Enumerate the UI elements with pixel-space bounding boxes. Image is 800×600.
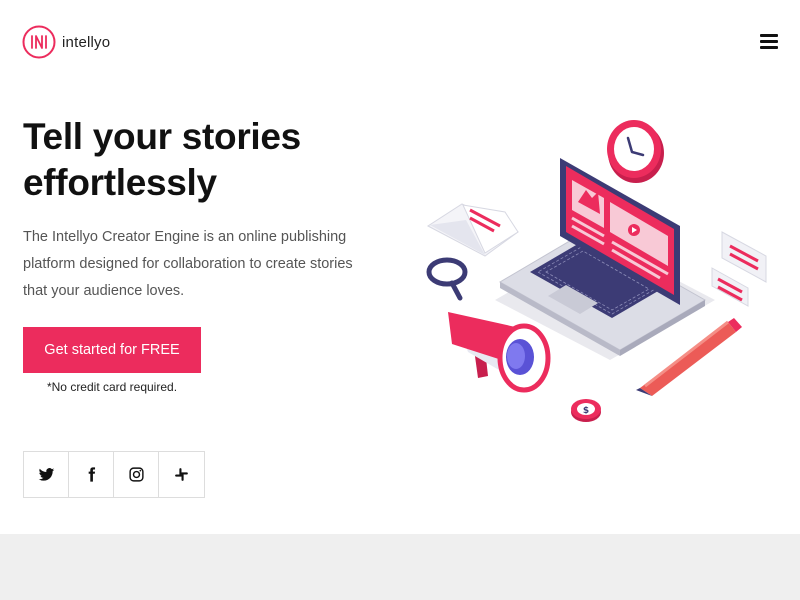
magnifier-icon xyxy=(426,257,468,301)
brand-name: intellyo xyxy=(62,33,111,51)
instagram-icon xyxy=(128,467,144,482)
hero-title-line1: Tell your stories xyxy=(23,116,301,157)
megaphone-icon xyxy=(448,312,551,393)
hero-title: Tell your stories effortlessly xyxy=(23,114,383,206)
footer-band xyxy=(0,534,800,600)
instagram-button[interactable] xyxy=(114,452,159,497)
hamburger-line xyxy=(760,46,778,49)
slack-button[interactable] xyxy=(159,452,204,497)
hamburger-menu-button[interactable] xyxy=(760,34,778,50)
clock-icon xyxy=(607,120,664,183)
hero-title-line2: effortlessly xyxy=(23,162,217,203)
social-links xyxy=(23,451,205,498)
hamburger-icon xyxy=(760,34,778,37)
mail-icon xyxy=(427,203,519,257)
slack-icon xyxy=(175,468,188,481)
logo-mark-icon xyxy=(22,25,56,59)
brand-logo[interactable]: intellyo xyxy=(22,25,110,59)
facebook-button[interactable] xyxy=(69,452,114,497)
get-started-button[interactable]: Get started for FREE xyxy=(23,327,201,373)
twitter-button[interactable] xyxy=(24,452,69,497)
hamburger-line xyxy=(760,40,778,43)
cta-note: *No credit card required. xyxy=(46,380,178,394)
chat-bubble-icon xyxy=(711,231,767,307)
site-header: intellyo xyxy=(0,0,800,84)
hero-description: The Intellyo Creator Engine is an online… xyxy=(23,229,353,299)
twitter-icon xyxy=(38,468,54,481)
facebook-icon xyxy=(88,467,95,482)
coin-icon: $ xyxy=(571,399,601,422)
laptop-publishing-illustration: $ xyxy=(426,120,767,422)
svg-text:$: $ xyxy=(583,406,589,416)
